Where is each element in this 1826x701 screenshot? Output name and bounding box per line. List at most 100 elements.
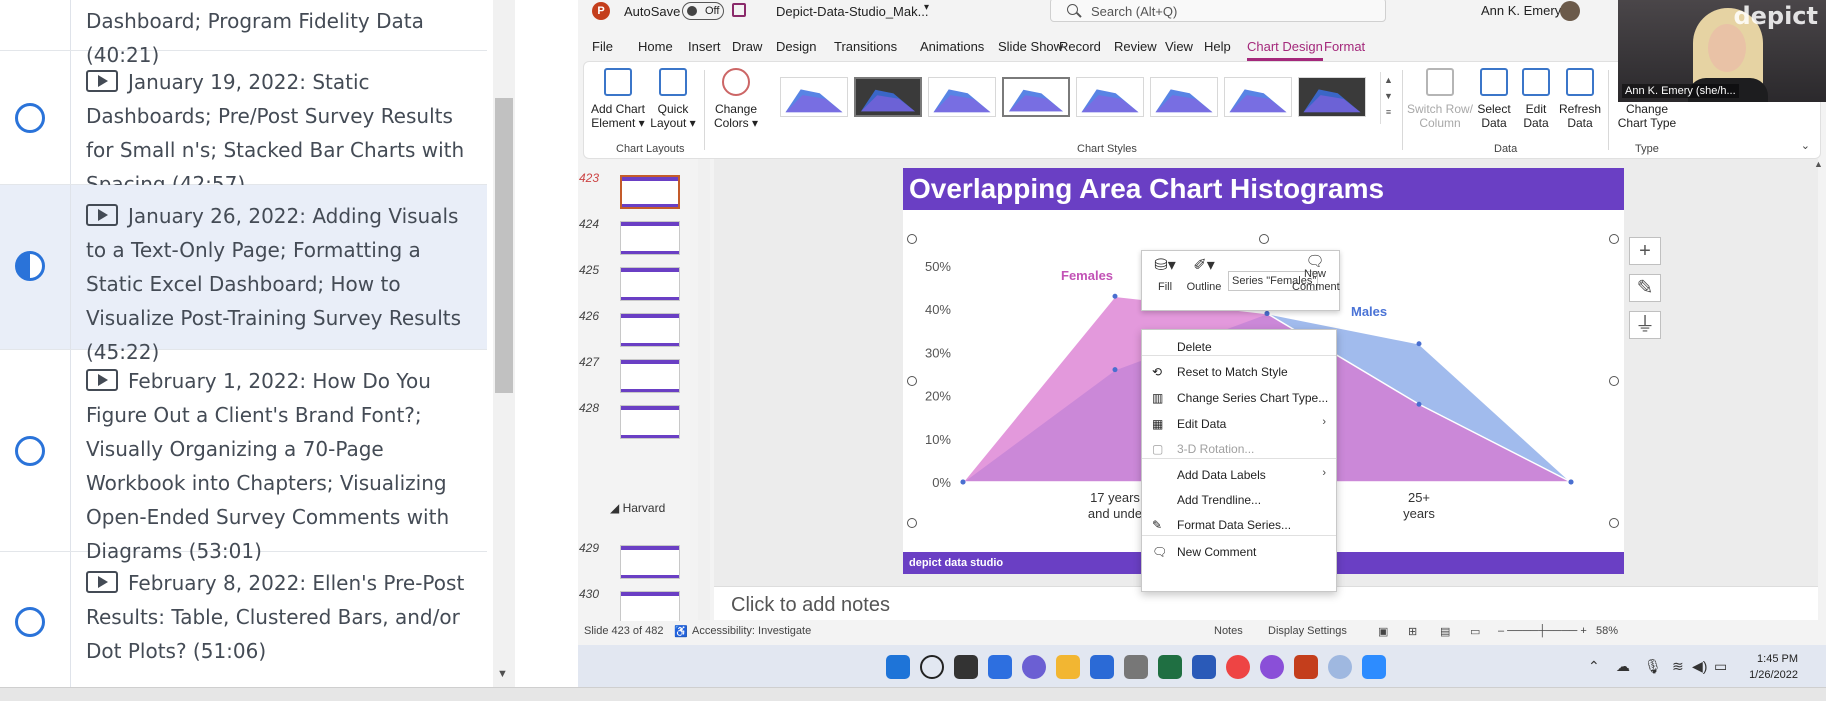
chart-style-option[interactable] [1076,77,1144,117]
section-harvard[interactable]: ◢ Harvard [610,501,665,515]
slide-thumbnail[interactable] [620,591,680,625]
chrome-icon[interactable] [1226,655,1250,679]
tab-draw[interactable]: Draw [732,39,762,54]
add-chart-element-button[interactable]: Add Chart Element ▾ [590,68,646,130]
outline-button[interactable]: ✐▾ Outline [1184,255,1224,293]
system-clock[interactable]: 1:45 PM 1/26/2022 [1749,651,1798,683]
new-comment-button[interactable]: 🗨 New Comment [1292,254,1340,294]
display-settings[interactable]: Display Settings [1268,625,1347,637]
slide-sorter-icon[interactable]: ⊞ [1408,625,1417,638]
lesson-title[interactable]: January 19, 2022: Static Dashboards; Pre… [86,65,479,201]
wifi-icon[interactable]: ≋ [1672,658,1684,675]
microphone-icon[interactable]: 🎙 [1644,658,1662,675]
refresh-data-button[interactable]: Refresh Data [1556,68,1604,130]
normal-view-icon[interactable]: ▣ [1378,625,1388,638]
chart-style-option[interactable] [1224,77,1292,117]
menu-item-edit-data[interactable]: ▦ Edit Data › [1142,411,1336,437]
chart-style-option[interactable] [1002,77,1070,117]
widgets-icon[interactable] [988,655,1012,679]
search-taskbar-icon[interactable] [920,655,944,679]
chart-resize-handle[interactable] [1259,234,1269,244]
chart-style-option[interactable] [1150,77,1218,117]
tab-animations[interactable]: Animations [920,39,984,54]
thumbnail-scrollbar[interactable] [698,159,710,620]
lesson-item[interactable]: January 19, 2022: Static Dashboards; Pre… [0,51,487,196]
reading-view-icon[interactable]: ▤ [1440,625,1450,638]
fill-button[interactable]: ⛁▾ Fill [1148,255,1182,293]
menu-item-format-data-series[interactable]: ✎ Format Data Series... [1142,512,1336,538]
menu-item-reset-to-match-style[interactable]: ⟲ Reset to Match Style [1142,359,1336,385]
lesson-item[interactable]: Dashboard; Program Fidelity Data (40:21) [0,0,487,67]
slide-title[interactable]: Overlapping Area Chart Histograms [903,168,1624,210]
chart-style-option[interactable] [928,77,996,117]
chevron-down-icon[interactable]: ▾ [924,2,929,13]
menu-item-new-comment[interactable]: 🗨 New Comment [1142,539,1336,565]
excel-icon[interactable] [1158,655,1182,679]
chart-resize-handle[interactable] [907,376,917,386]
tab-transitions[interactable]: Transitions [834,39,897,54]
chart-elements-plus-icon[interactable]: + [1629,237,1661,265]
accessibility-icon[interactable]: ♿ [674,625,688,638]
app-icon[interactable] [1260,655,1284,679]
lesson-item[interactable]: February 1, 2022: How Do You Figure Out … [0,350,487,563]
slide-thumbnail[interactable] [620,175,680,209]
onedrive-icon[interactable]: ☁ [1616,658,1630,675]
edit-data-button[interactable]: Edit Data [1516,68,1556,130]
switch-row-column-button[interactable]: Switch Row/ Column [1406,68,1474,130]
chart-style-option[interactable] [780,77,848,117]
word-icon[interactable] [1192,655,1216,679]
chevron-up-icon[interactable]: ⌃ [1588,658,1600,675]
tab-review[interactable]: Review [1114,39,1157,54]
battery-icon[interactable]: ▭ [1714,658,1727,675]
snipping-tool-icon[interactable] [1090,655,1114,679]
slideshow-icon[interactable]: ▭ [1470,625,1480,638]
chat-icon[interactable] [1022,655,1046,679]
zoom-slider[interactable]: – ────┼──── + [1498,625,1587,637]
menu-item-change-series-chart-type[interactable]: ▥ Change Series Chart Type... [1142,385,1336,411]
autosave-toggle[interactable]: Off [682,2,724,20]
lesson-item-current[interactable]: January 26, 2022: Adding Visuals to a Te… [0,185,487,364]
avatar[interactable] [1560,1,1580,21]
tab-home[interactable]: Home [638,39,673,54]
gallery-scroll-arrows[interactable]: ▲ ▼ ≡ [1380,72,1396,124]
accessibility-status[interactable]: Accessibility: Investigate [692,625,811,637]
tab-format[interactable]: Format [1324,39,1365,54]
chart-filters-icon[interactable]: ⏚ [1629,311,1661,339]
lesson-title[interactable]: February 1, 2022: How Do You Figure Out … [86,364,479,568]
chart-resize-handle[interactable] [907,234,917,244]
collapse-ribbon-icon[interactable]: ⌄ [1801,139,1810,152]
menu-item-add-data-labels[interactable]: Add Data Labels › [1142,462,1336,488]
tab-record[interactable]: Record [1059,39,1101,54]
slide-thumbnail[interactable] [620,267,680,301]
zoom-level[interactable]: 58% [1596,625,1618,637]
tab-file[interactable]: File [592,39,613,54]
scroll-down-icon[interactable]: ▼ [497,668,508,680]
menu-item-add-trendline[interactable]: Add Trendline... [1142,487,1336,513]
slide-thumbnail[interactable] [620,545,680,579]
lesson-title[interactable]: February 8, 2022: Ellen's Pre-Post Resul… [86,566,479,668]
select-data-button[interactable]: Select Data [1474,68,1514,130]
slide-thumbnail[interactable] [620,221,680,255]
powerpoint-taskbar-icon[interactable] [1294,655,1318,679]
tab-view[interactable]: View [1165,39,1193,54]
document-name[interactable]: Depict-Data-Studio_Mak... [776,4,928,19]
lesson-item[interactable]: February 8, 2022: Ellen's Pre-Post Resul… [0,552,487,692]
menu-item-delete[interactable]: Delete [1142,334,1336,360]
lesson-title[interactable]: January 26, 2022: Adding Visuals to a Te… [86,199,479,369]
volume-icon[interactable]: ◀) [1692,658,1707,675]
tab-slide-show[interactable]: Slide Show [998,39,1063,54]
sidebar-scroll-thumb[interactable] [495,98,513,393]
file-explorer-icon[interactable] [1056,655,1080,679]
slide-thumbnail[interactable] [620,313,680,347]
chart-resize-handle[interactable] [1609,518,1619,528]
editor-scrollbar[interactable]: ▲ [1811,159,1826,620]
recording-icon[interactable] [1328,655,1352,679]
notes-toggle[interactable]: Notes [1214,625,1243,637]
chart-style-option[interactable] [1298,77,1366,117]
zoom-app-icon[interactable] [1362,655,1386,679]
slide-thumbnail[interactable] [620,359,680,393]
tab-design[interactable]: Design [776,39,816,54]
slide-thumbnail[interactable] [620,405,680,439]
chart-resize-handle[interactable] [1609,234,1619,244]
start-icon[interactable] [886,655,910,679]
